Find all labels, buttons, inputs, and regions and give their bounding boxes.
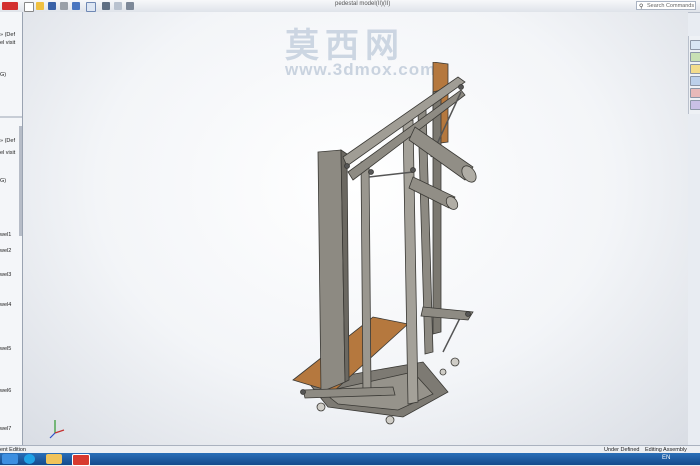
- graphics-viewport[interactable]: 莫西网 www.3dmox.com: [23, 12, 688, 445]
- tree-item[interactable]: wel5: [0, 346, 11, 352]
- tree-item[interactable]: wel2: [0, 248, 11, 254]
- undo-icon[interactable]: [72, 2, 80, 10]
- solidworks-logo-icon[interactable]: [2, 2, 18, 10]
- options-gear-icon[interactable]: [126, 2, 134, 10]
- tree-item[interactable]: » (Def: [0, 138, 15, 144]
- solidworks-app-icon[interactable]: [72, 454, 90, 466]
- options-icon[interactable]: [114, 2, 122, 10]
- view-palette-tab-icon[interactable]: [690, 76, 700, 86]
- appearances-tab-icon[interactable]: [690, 88, 700, 98]
- tree-item[interactable]: » (Def: [0, 32, 15, 38]
- tree-item[interactable]: wel7: [0, 426, 11, 432]
- windows-taskbar: EN: [0, 453, 700, 466]
- start-button-icon[interactable]: [2, 454, 18, 464]
- tree-item[interactable]: G): [0, 72, 6, 78]
- tree-item[interactable]: wel6: [0, 388, 11, 394]
- search-icon: ⚲: [639, 4, 644, 10]
- file-explorer-app-icon[interactable]: [46, 454, 62, 464]
- language-indicator[interactable]: EN: [662, 455, 670, 461]
- panel-divider[interactable]: [0, 116, 22, 118]
- search-placeholder: Search Commands: [647, 3, 695, 9]
- task-pane-tabs: [688, 36, 700, 114]
- model-geometry: [292, 62, 477, 425]
- file-explorer-tab-icon[interactable]: [690, 64, 700, 74]
- axis-triad-icon: [49, 420, 65, 439]
- new-document-icon[interactable]: [24, 2, 34, 12]
- custom-properties-tab-icon[interactable]: [690, 100, 700, 110]
- select-arrow-icon[interactable]: [86, 2, 96, 12]
- panel-scrollbar[interactable]: [19, 126, 22, 236]
- pedestal-3d-model[interactable]: [283, 62, 483, 432]
- print-icon[interactable]: [60, 2, 68, 10]
- tree-item[interactable]: el visit: [0, 150, 15, 156]
- tree-item[interactable]: wel1: [0, 232, 11, 238]
- design-library-tab-icon[interactable]: [690, 52, 700, 62]
- skype-app-icon[interactable]: [24, 454, 35, 464]
- tree-item[interactable]: el visit: [0, 40, 15, 46]
- search-commands-field[interactable]: ⚲ Search Commands: [636, 1, 696, 10]
- tree-item[interactable]: G): [0, 178, 6, 184]
- rebuild-icon[interactable]: [102, 2, 110, 10]
- document-title: pedestal model(II)(II): [335, 1, 391, 7]
- tree-item[interactable]: wel3: [0, 272, 11, 278]
- open-folder-icon[interactable]: [36, 2, 44, 10]
- feature-manager-panel: » (Def el visit G) » (Def el visit G) we…: [0, 12, 23, 445]
- tree-item[interactable]: wel4: [0, 302, 11, 308]
- save-icon[interactable]: [48, 2, 56, 10]
- resources-tab-icon[interactable]: [690, 40, 700, 50]
